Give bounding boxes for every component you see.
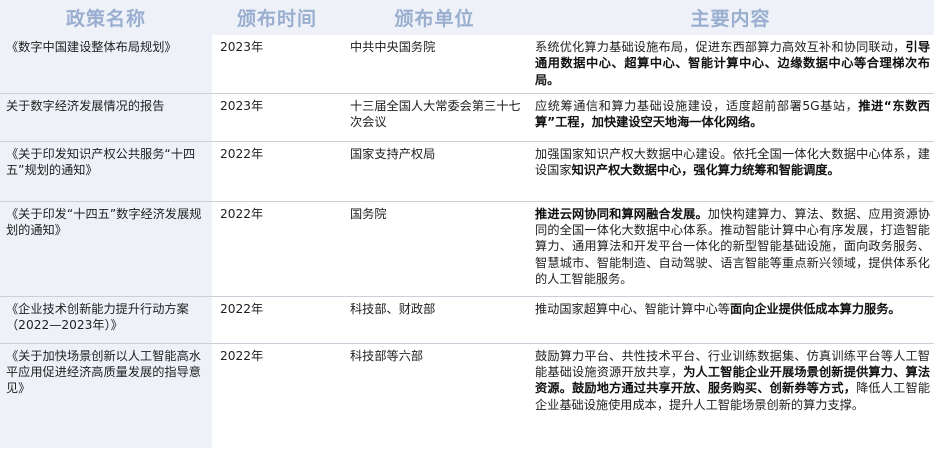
table-row: 《企业技术创新能力提升行动方案（2022—2023年）》 2022年 科技部、财…	[0, 296, 934, 344]
policy-name-cell: 关于数字经济发展情况的报告	[0, 93, 212, 142]
content-text: 系统优化算力基础设施布局，促进东西部算力高效互补和协同联动，	[535, 40, 906, 54]
issue-year-cell: 2022年	[212, 296, 342, 344]
table-row: 《关于加快场景创新以人工智能高水平应用促进经济高质量发展的指导意见》 2022年…	[0, 343, 934, 448]
issue-year-cell: 2023年	[212, 35, 342, 94]
table-row: 《关于印发知识产权公共服务“十四五”规划的通知》 2022年 国家支持产权局 加…	[0, 141, 934, 202]
policy-name-cell: 《关于加快场景创新以人工智能高水平应用促进经济高质量发展的指导意见》	[0, 343, 212, 448]
content-highlight: 知识产权大数据中心，强化算力统筹和智能调度。	[571, 162, 840, 177]
content-cell: 鼓励算力平台、共性技术平台、行业训练数据集、仿真训练平台等人工智能基础设施资源开…	[527, 343, 934, 448]
content-cell: 推进云网协同和算网融合发展。加快构建算力、算法、数据、应用资源协同的全国一体化大…	[527, 201, 934, 297]
content-highlight: 面向企业提供低成本算力服务。	[730, 301, 901, 316]
content-cell: 推动国家超算中心、智能计算中心等面向企业提供低成本算力服务。	[527, 296, 934, 344]
header-issue-date: 颁布时间	[212, 0, 342, 35]
policy-table: 政策名称 颁布时间 颁布单位 主要内容 《数字中国建设整体布局规划》 2023年…	[0, 0, 934, 448]
content-cell: 应统筹通信和算力基础设施建设，适度超前部署5G基站，推进“东数西算”工程，加快建…	[527, 93, 934, 142]
issue-year-cell: 2022年	[212, 141, 342, 202]
issuer-cell: 科技部、财政部	[342, 296, 527, 344]
issuer-cell: 十三届全国人大常委会第三十七次会议	[342, 93, 527, 142]
table-row: 《数字中国建设整体布局规划》 2023年 中共中央国务院 系统优化算力基础设施布…	[0, 35, 934, 94]
table-row: 关于数字经济发展情况的报告 2023年 十三届全国人大常委会第三十七次会议 应统…	[0, 93, 934, 142]
issuer-cell: 科技部等六部	[350, 348, 424, 363]
content-cell: 系统优化算力基础设施布局，促进东西部算力高效互补和协同联动，引导通用数据中心、超…	[527, 35, 934, 94]
issuer-cell: 中共中央国务院	[342, 35, 527, 94]
policy-name-cell: 《关于印发“十四五”数字经济发展规划的通知》	[0, 201, 212, 297]
content-text: 应统筹通信和算力基础设施建设，适度超前部署5G基站，	[535, 98, 859, 113]
policy-name-cell: 《企业技术创新能力提升行动方案（2022—2023年）》	[0, 296, 212, 344]
header-main-content: 主要内容	[527, 0, 934, 35]
issuer-cell: 国务院	[342, 201, 527, 297]
policy-name-cell: 《数字中国建设整体布局规划》	[0, 35, 212, 94]
header-row: 政策名称 颁布时间 颁布单位 主要内容	[0, 0, 934, 35]
issuer-cell: 国家支持产权局	[342, 141, 527, 202]
issue-year-cell: 2022年	[212, 201, 342, 297]
table-row: 《关于印发“十四五”数字经济发展规划的通知》 2022年 国务院 推进云网协同和…	[0, 201, 934, 297]
header-policy-name: 政策名称	[0, 0, 212, 35]
issue-year-cell: 2022年	[220, 348, 264, 363]
issue-year-cell: 2023年	[212, 93, 342, 142]
content-cell: 加强国家知识产权大数据中心建设。依托全国一体化大数据中心体系，建设国家知识产权大…	[527, 141, 934, 202]
content-highlight: 推进云网协同和算网融合发展。	[535, 206, 708, 221]
policy-name-cell: 《关于印发知识产权公共服务“十四五”规划的通知》	[0, 141, 212, 202]
header-issuer: 颁布单位	[342, 0, 527, 35]
content-text: 推动国家超算中心、智能计算中心等	[535, 301, 730, 316]
